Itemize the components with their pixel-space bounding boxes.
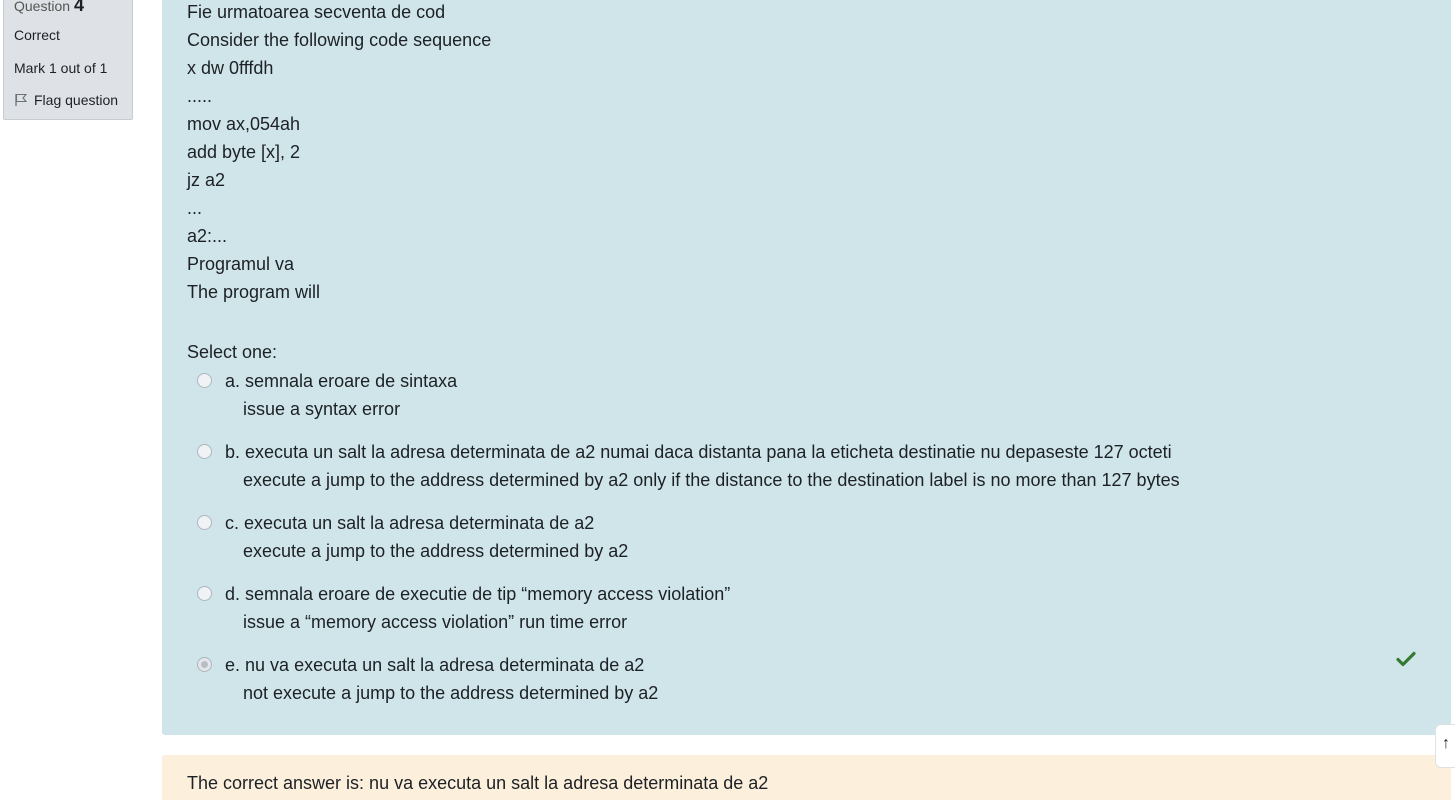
option-translation: execute a jump to the address determined… xyxy=(243,541,629,561)
arrow-up-icon: ↑ xyxy=(1442,735,1450,752)
radio-button-checked[interactable] xyxy=(197,657,212,672)
correct-answer-text: The correct answer is: nu va executa un … xyxy=(187,773,769,793)
flag-icon xyxy=(15,93,28,106)
answer-option-b[interactable]: b. executa un salt la adresa determinata… xyxy=(197,438,1180,494)
option-translation: execute a jump to the address determined… xyxy=(243,470,1180,490)
question-line: add byte [x], 2 xyxy=(187,142,301,162)
question-line: Fie urmatoarea secventa de cod xyxy=(187,2,446,22)
option-translation: issue a syntax error xyxy=(243,399,401,419)
radio-button[interactable] xyxy=(197,373,212,388)
question-number: Question 4 xyxy=(14,0,84,16)
question-number-value: 4 xyxy=(73,0,84,15)
scroll-to-top-button[interactable]: ↑ xyxy=(1435,724,1455,768)
option-translation: issue a “memory access violation” run ti… xyxy=(243,612,628,632)
option-letter: d. xyxy=(225,584,241,604)
option-text: semnala eroare de executie de tip “memor… xyxy=(245,584,731,604)
question-line: mov ax,054ah xyxy=(187,114,301,134)
flag-question-label: Flag question xyxy=(34,92,119,108)
question-state: Correct xyxy=(14,27,60,43)
radio-button[interactable] xyxy=(197,515,212,530)
option-text: nu va executa un salt la adresa determin… xyxy=(245,655,645,675)
option-letter: e. xyxy=(225,655,241,675)
option-text: executa un salt la adresa determinata de… xyxy=(245,442,1172,462)
question-line: a2:... xyxy=(187,226,228,246)
question-line: x dw 0fffdh xyxy=(187,58,274,78)
answer-feedback: The correct answer is: nu va executa un … xyxy=(162,755,1451,800)
question-line: Consider the following code sequence xyxy=(187,30,492,50)
question-formulation: Fie urmatoarea secventa de cod Consider … xyxy=(162,0,1451,735)
question-line: Programul va xyxy=(187,254,295,274)
question-info-panel: Question 4 Correct Mark 1 out of 1 Flag … xyxy=(3,0,133,120)
option-letter: a. xyxy=(225,371,241,391)
question-line: ... xyxy=(187,198,203,218)
option-letter: b. xyxy=(225,442,241,462)
option-translation: not execute a jump to the address determ… xyxy=(243,683,659,703)
answer-option-a[interactable]: a. semnala eroare de sintaxa issue a syn… xyxy=(197,367,457,423)
question-line: jz a2 xyxy=(187,170,226,190)
option-text: semnala eroare de sintaxa xyxy=(245,371,458,391)
quiz-review-page: Question 4 Correct Mark 1 out of 1 Flag … xyxy=(0,0,1455,800)
question-line: ..... xyxy=(187,86,213,106)
radio-button[interactable] xyxy=(197,586,212,601)
option-letter: c. xyxy=(225,513,240,533)
option-text: executa un salt la adresa determinata de… xyxy=(244,513,595,533)
question-label: Question xyxy=(14,0,71,14)
answer-option-d[interactable]: d. semnala eroare de executie de tip “me… xyxy=(197,580,730,636)
answer-option-c[interactable]: c. executa un salt la adresa determinata… xyxy=(197,509,628,565)
question-grade: Mark 1 out of 1 xyxy=(14,60,108,76)
question-text: Fie urmatoarea secventa de cod Consider … xyxy=(187,0,491,306)
check-icon xyxy=(1396,651,1416,667)
flag-question-button[interactable]: Flag question xyxy=(14,92,118,108)
radio-button[interactable] xyxy=(197,444,212,459)
question-line: The program will xyxy=(187,282,321,302)
answer-option-e[interactable]: e. nu va executa un salt la adresa deter… xyxy=(197,651,658,707)
select-one-prompt: Select one: xyxy=(187,342,278,362)
